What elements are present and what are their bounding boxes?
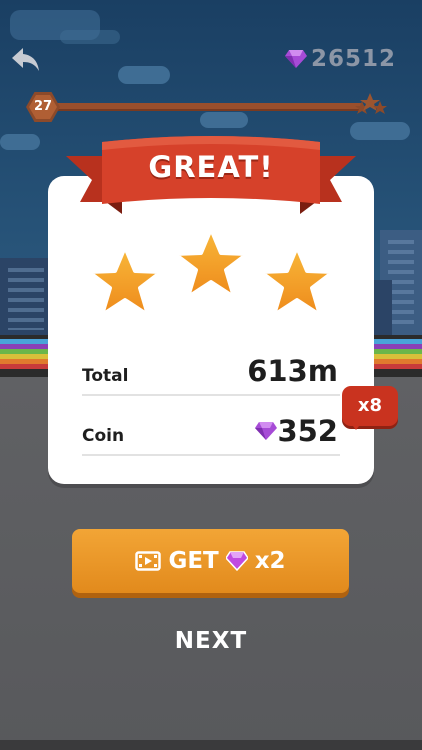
star-icon bbox=[87, 245, 163, 317]
cloud bbox=[0, 134, 40, 150]
cloud bbox=[118, 66, 170, 84]
coin-label: Coin bbox=[82, 426, 125, 446]
purple-gem-icon bbox=[225, 551, 248, 571]
total-label: Total bbox=[82, 366, 129, 386]
progress-track bbox=[46, 103, 364, 111]
badge-tail bbox=[350, 422, 362, 430]
ground-edge bbox=[0, 740, 422, 750]
goal-stars-icon bbox=[355, 93, 387, 114]
next-button[interactable]: NEXT bbox=[150, 624, 272, 658]
divider bbox=[82, 394, 340, 396]
star-icon bbox=[173, 227, 249, 299]
video-ad-icon bbox=[135, 551, 162, 571]
star-rating bbox=[86, 226, 336, 326]
multiplier-badge: x8 bbox=[342, 386, 398, 426]
purple-gem-icon bbox=[284, 50, 307, 68]
divider bbox=[82, 454, 340, 456]
purple-gem-icon bbox=[255, 422, 277, 440]
cloud bbox=[60, 30, 120, 44]
result-title: GREAT! bbox=[148, 150, 274, 184]
total-value: 613m bbox=[247, 354, 338, 388]
building bbox=[0, 258, 52, 340]
building bbox=[372, 280, 392, 340]
back-arrow-icon[interactable] bbox=[10, 44, 42, 76]
star-icon bbox=[259, 245, 335, 317]
level-badge: 27 bbox=[26, 92, 60, 122]
level-progress: 27 bbox=[26, 92, 390, 122]
gem-counter: 26512 bbox=[284, 46, 396, 72]
gem-total: 26512 bbox=[310, 46, 396, 72]
get-double-reward-button[interactable]: GET x2 bbox=[72, 529, 349, 593]
get-multiplier: x2 bbox=[254, 548, 286, 574]
get-label: GET bbox=[168, 548, 219, 574]
level-number: 27 bbox=[29, 95, 57, 119]
coin-value: 352 bbox=[277, 414, 338, 448]
cloud bbox=[350, 122, 410, 140]
